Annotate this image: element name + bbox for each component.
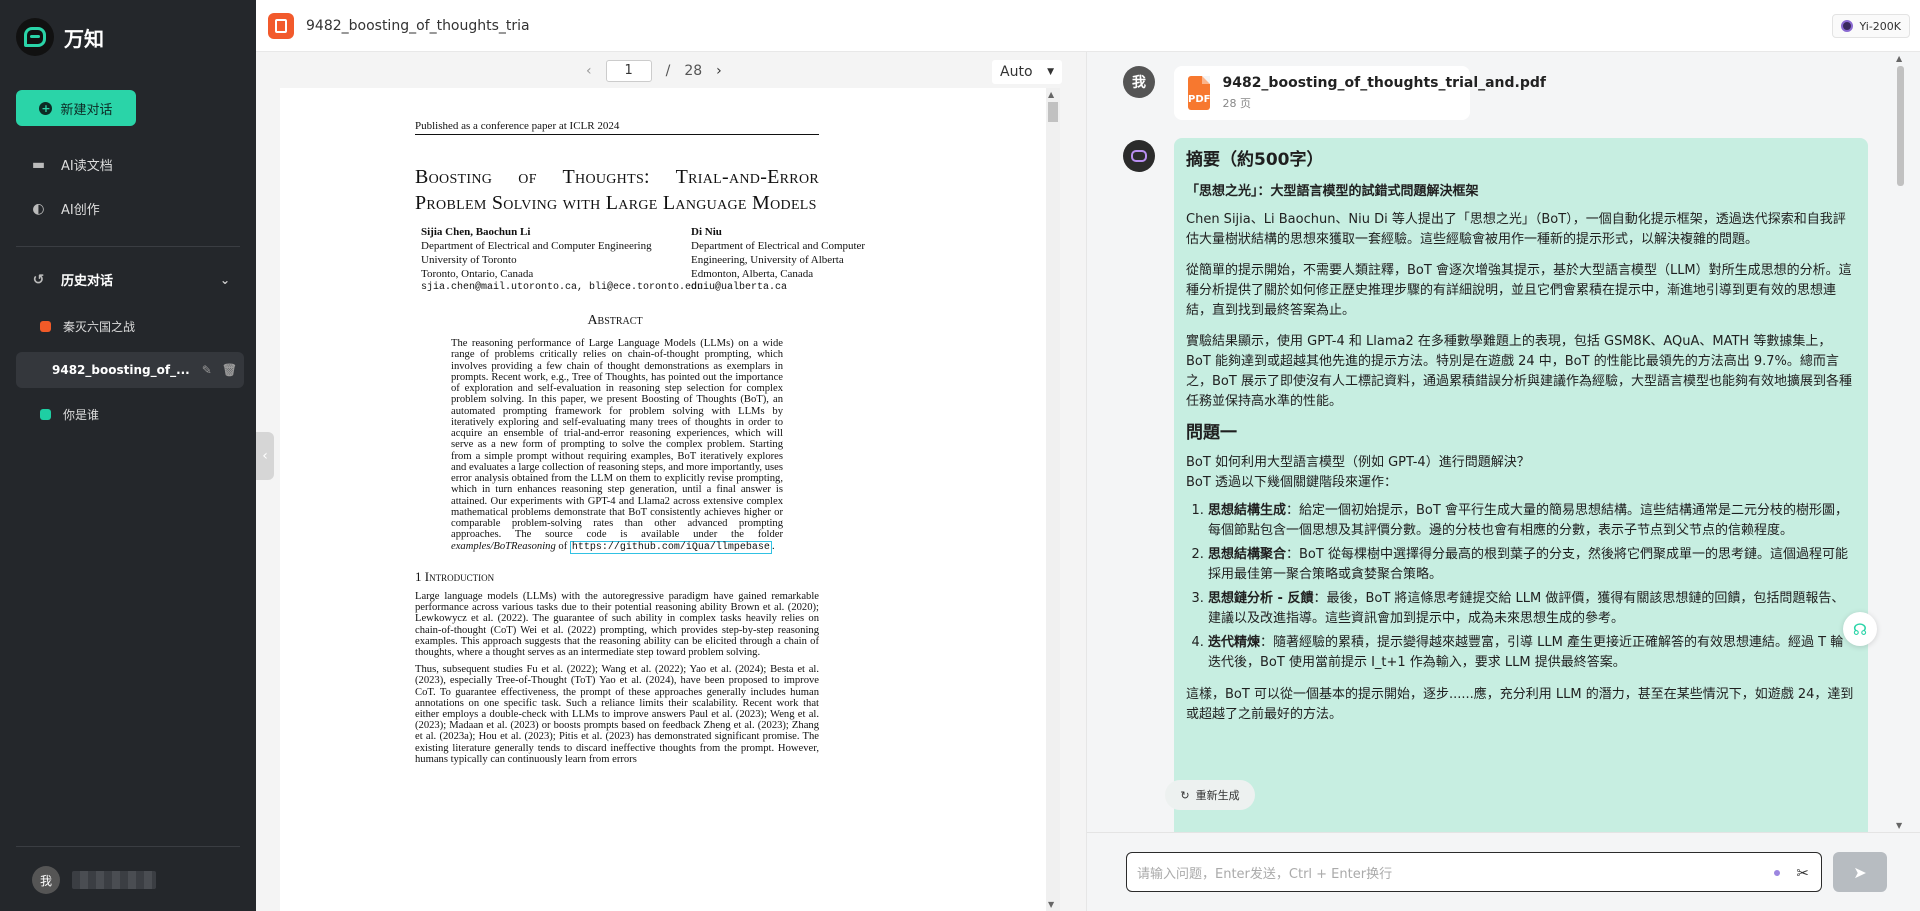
list-item: 思想結構生成：給定一個初始提示，BoT 會平行生成大量的簡易思想結構。這些結構通… (1208, 501, 1856, 541)
steps-list: 思想結構生成：給定一個初始提示，BoT 會平行生成大量的簡易思想結構。這些結構通… (1186, 501, 1856, 673)
avatar: 我 (32, 866, 60, 894)
intro-heading: 1 Introduction (415, 569, 495, 584)
logo-icon (16, 18, 54, 56)
zoom-select[interactable]: Auto ▼ (992, 60, 1062, 84)
prev-page-icon[interactable]: ‹ (586, 63, 592, 79)
chat-scroll-thumb[interactable] (1897, 66, 1904, 186)
zoom-value: Auto (1000, 64, 1033, 80)
answer-paragraph: Chen Sijia、Li Baochun、Niu Di 等人提出了「思想之光」… (1186, 212, 1846, 247)
nav-item-label: AI读文档 (61, 159, 113, 174)
answer-title: 摘要（約500字） (1186, 150, 1324, 170)
answer-paragraph: 這樣，BoT 可以從一個基本的提示開始，逐步......應，充分利用 LLM 的… (1186, 687, 1854, 722)
model-dot-icon (1774, 870, 1781, 876)
pdf-scroll-thumb[interactable] (1048, 102, 1058, 122)
pdf-file-icon (268, 12, 294, 39)
abstract-body: The reasoning performance of Large Langu… (451, 338, 783, 554)
nav-item-label: AI创作 (61, 203, 100, 218)
history-item[interactable]: 秦灭六国之战 (16, 308, 244, 344)
file-title: 9482_boosting_of_thoughts_tria (306, 17, 530, 34)
brand-name: 万知 (64, 26, 104, 51)
history-title: 历史对话 (61, 274, 114, 289)
app-root: 万知 + 新建对话 ▬ AI读文档 ◐ AI创作 ↺ 历史对话 ⌄ 秦灭六国之战… (0, 0, 1920, 911)
authors-right: Di Niu Department of Electrical and Comp… (691, 226, 866, 293)
chat-input[interactable]: 请输入问题，Enter发送，Ctrl + Enter换行 ✂ (1126, 852, 1822, 892)
sidebar: 万知 + 新建对话 ▬ AI读文档 ◐ AI创作 ↺ 历史对话 ⌄ 秦灭六国之战… (0, 0, 256, 911)
model-icon (1841, 20, 1854, 32)
file-card-pages: 28 页 (1222, 97, 1251, 110)
plus-icon: + (39, 101, 53, 115)
chat-input-area: 请输入问题，Enter发送，Ctrl + Enter换行 ✂ ➤ (1087, 832, 1920, 911)
intro-body: Large language models (LLMs) with the au… (415, 591, 819, 765)
scissors-icon[interactable]: ✂ (1796, 864, 1809, 882)
chat-panel: 我 PDF 9482_boosting_of_thoughts_trial_an… (1086, 52, 1920, 911)
delete-icon[interactable]: 🗑 (222, 363, 237, 377)
bulb-icon: ◐ (32, 200, 45, 217)
list-item: 迭代精煉：隨著經驗的累積，提示變得越來越豐富，引導 LLM 產生更接近正確解答的… (1208, 633, 1856, 673)
list-item: 思想鏈分析 - 反饋：最後，BoT 將這條思考鏈提交給 LLM 做評價，獲得有關… (1208, 589, 1856, 629)
pdf-page: Published as a conference paper at ICLR … (280, 88, 1046, 911)
pdf-scrollbar[interactable]: ▲ ▼ (1046, 88, 1060, 911)
page-number-input[interactable]: 1 (605, 60, 652, 82)
model-label: Yi-200K (1859, 19, 1901, 33)
history-item-label: 秦灭六国之战 (63, 319, 136, 334)
github-link[interactable]: https://github.com/iQua/llmpebase (569, 540, 772, 554)
chevron-down-icon[interactable]: ⌄ (220, 273, 230, 287)
page-separator: / (665, 63, 671, 79)
history-item-label: 你是谁 (63, 407, 100, 422)
regenerate-button[interactable]: ↻ 重新生成 (1165, 780, 1255, 810)
pdf-viewer: ‹ ‹ 1 / 28 › Auto ▼ Published as a confe… (256, 52, 1086, 911)
sidebar-divider (16, 846, 240, 847)
caret-down-icon: ▼ (1047, 67, 1054, 77)
model-selector[interactable]: Yi-200K (1832, 14, 1910, 38)
headset-icon[interactable]: ☊ (1843, 612, 1877, 646)
history-item-active[interactable]: 9482_boosting_of_... ✎ 🗑 (16, 352, 244, 388)
chat-input-placeholder: 请输入问题，Enter发送，Ctrl + Enter换行 (1137, 866, 1393, 882)
abstract-heading: Abstract (587, 313, 643, 328)
send-button[interactable]: ➤ (1833, 852, 1887, 892)
history-dot-icon (40, 320, 51, 332)
pdf-icon: PDF (1188, 76, 1211, 110)
top-bar: 9482_boosting_of_thoughts_tria Yi-200K (256, 0, 1920, 52)
nav-item-ai-read-docs[interactable]: ▬ AI读文档 (30, 155, 113, 175)
history-item-label: 9482_boosting_of_... (52, 363, 190, 377)
sidebar-divider (16, 246, 240, 247)
folder-icon: ▬ (31, 156, 46, 173)
chat-scrollbar[interactable]: ▲ ▼ (1895, 52, 1905, 832)
answer-subtitle: 「思想之光」：大型語言模型的試錯式問題解決框架 (1186, 184, 1479, 199)
refresh-icon: ↻ (1180, 788, 1190, 802)
regenerate-label: 重新生成 (1195, 789, 1240, 802)
answer-paragraph: 從簡單的提示開始，不需要人類註釋，BoT 會逐次增強其提示，基於大型語言模型（L… (1186, 263, 1852, 318)
authors-left: Sijia Chen, Baochun Li Department of Ele… (421, 226, 704, 293)
collapse-sidebar-handle[interactable]: ‹ (256, 432, 274, 480)
question-line: BoT 如何利用大型語言模型（例如 GPT-4）進行問題解決？ (1186, 455, 1530, 470)
brand[interactable]: 万知 (16, 18, 104, 56)
answer-paragraph: 實驗結果顯示，使用 GPT-4 和 Llama2 在多種數學難題上的表現，包括 … (1186, 334, 1852, 409)
file-card[interactable]: PDF 9482_boosting_of_thoughts_trial_and.… (1174, 66, 1546, 120)
history-item[interactable]: 你是谁 (16, 396, 244, 432)
new-chat-button[interactable]: + 新建对话 (16, 90, 136, 126)
total-pages: 28 (684, 63, 703, 79)
nav-item-ai-create[interactable]: ◐ AI创作 (30, 199, 100, 219)
list-item: 思想結構聚合：BoT 從每棵樹中選擇得分最高的根到葉子的分支，然後將它們聚成單一… (1208, 545, 1856, 585)
user-name-redacted (72, 871, 156, 889)
assistant-answer: 摘要（約500字） 「思想之光」：大型語言模型的試錯式問題解決框架 Chen S… (1174, 138, 1868, 832)
bot-avatar-icon (1123, 140, 1155, 172)
next-page-icon[interactable]: › (716, 63, 722, 79)
edit-icon[interactable]: ✎ (202, 363, 212, 377)
pager: ‹ 1 / 28 › (586, 60, 722, 82)
file-card-name: 9482_boosting_of_thoughts_trial_and.pdf (1222, 75, 1546, 91)
history-header[interactable]: ↺ 历史对话 ⌄ (30, 270, 230, 290)
new-chat-label: 新建对话 (60, 102, 113, 118)
chat-messages: 我 PDF 9482_boosting_of_thoughts_trial_an… (1087, 52, 1907, 832)
history-icon: ↺ (32, 271, 45, 288)
user-avatar: 我 (1123, 66, 1155, 98)
question-heading: 問題一 (1186, 423, 1237, 443)
question-line: BoT 透過以下幾個關鍵階段來運作： (1186, 475, 1397, 490)
user-profile[interactable]: 我 (32, 866, 156, 894)
paper-title: Boosting of Thoughts: Trial-and-Error Pr… (415, 166, 819, 214)
history-dot-icon (40, 408, 51, 420)
send-icon: ➤ (1853, 862, 1867, 882)
conference-header: Published as a conference paper at ICLR … (415, 120, 819, 135)
